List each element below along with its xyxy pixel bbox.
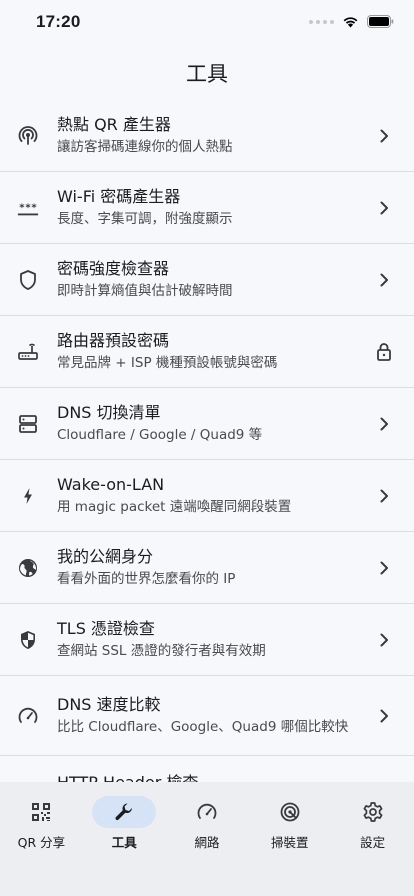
svg-text:***: *** [19, 202, 37, 213]
tool-title: 熱點 QR 產生器 [57, 115, 171, 134]
tool-row-public-ip[interactable]: 我的公網身分 看看外面的世界怎麼看你的 IP [0, 532, 414, 604]
tool-title: 我的公網身分 [57, 547, 154, 566]
status-time: 17:20 [36, 12, 81, 31]
tool-subtitle: 讓訪客掃碼連線你的個人熱點 [57, 139, 233, 155]
dns-icon [17, 413, 39, 435]
tool-subtitle: 常見品牌 + ISP 機種預設帳號與密碼 [57, 355, 278, 371]
wrench-icon [92, 796, 157, 828]
speedometer-icon [17, 705, 39, 727]
tab-network[interactable]: 網路 [166, 796, 249, 896]
tools-list[interactable]: 熱點 QR 產生器 讓訪客掃碼連線你的個人熱點 *** Wi-Fi 密碼產生器 … [0, 100, 414, 782]
tool-title: DNS 速度比較 [57, 695, 161, 714]
tab-label: 工具 [111, 835, 137, 850]
tool-subtitle: 用 magic packet 遠端喚醒同網段裝置 [57, 499, 292, 515]
chevron-right-icon [374, 561, 394, 575]
speedometer-icon [175, 796, 239, 828]
globe-icon [17, 557, 39, 579]
tool-title: TLS 憑證檢查 [57, 619, 155, 638]
tool-title: DNS 切換清單 [57, 403, 161, 422]
header: 工具 [0, 44, 414, 102]
password-icon: *** [17, 197, 39, 219]
shield-icon [17, 269, 39, 291]
tool-row-dns-list[interactable]: DNS 切換清單 Cloudflare / Google / Quad9 等 [0, 388, 414, 460]
tab-label: 設定 [360, 835, 386, 850]
chevron-right-icon [374, 709, 394, 723]
tool-subtitle: Cloudflare / Google / Quad9 等 [57, 427, 263, 443]
tool-row-hotspot-qr[interactable]: 熱點 QR 產生器 讓訪客掃碼連線你的個人熱點 [0, 100, 414, 172]
tool-subtitle: 看看外面的世界怎麼看你的 IP [57, 571, 236, 587]
tool-subtitle: 長度、字集可調，附強度顯示 [57, 211, 233, 227]
wifi-icon [342, 13, 359, 32]
chevron-right-icon [374, 201, 394, 215]
qr-code-icon [9, 796, 73, 828]
tab-tools[interactable]: 工具 [83, 796, 166, 896]
tab-label: 網路 [194, 835, 220, 850]
hotspot-icon [17, 125, 39, 147]
status-indicators [309, 13, 394, 32]
tool-title: 路由器預設密碼 [57, 331, 170, 350]
bolt-icon [17, 485, 39, 507]
tab-settings[interactable]: 設定 [331, 796, 414, 896]
cellular-signal-icon [309, 20, 334, 24]
chevron-right-icon [374, 417, 394, 431]
chevron-right-icon [374, 129, 394, 143]
router-icon [17, 341, 39, 363]
tool-row-tls-check[interactable]: TLS 憑證檢查 查網站 SSL 憑證的發行者與有效期 [0, 604, 414, 676]
tool-title: Wake-on-LAN [57, 475, 165, 494]
status-bar: 17:20 [0, 0, 414, 44]
tool-row-password-strength[interactable]: 密碼強度檢查器 即時計算熵值與估計破解時間 [0, 244, 414, 316]
bottom-tab-bar: QR 分享 工具 網路 掃裝置 設定 [0, 782, 414, 896]
tab-qr-share[interactable]: QR 分享 [0, 796, 83, 896]
tool-title: HTTP Header 檢查 [57, 772, 384, 782]
tool-row-dns-speed[interactable]: DNS 速度比較 比比 Cloudflare、Google、Quad9 哪個比較… [0, 676, 414, 756]
tab-label: 掃裝置 [271, 835, 309, 850]
tool-row-http-header[interactable]: HTTP Header 檢查 [0, 756, 414, 782]
tool-subtitle: 查網站 SSL 憑證的發行者與有效期 [57, 643, 266, 659]
chevron-right-icon [374, 633, 394, 647]
chevron-right-icon [374, 489, 394, 503]
tool-title: 密碼強度檢查器 [57, 259, 170, 278]
tab-scan-devices[interactable]: 掃裝置 [248, 796, 331, 896]
tool-subtitle: 比比 Cloudflare、Google、Quad9 哪個比較快 [57, 719, 349, 735]
tool-row-router-passwords[interactable]: 路由器預設密碼 常見品牌 + ISP 機種預設帳號與密碼 [0, 316, 414, 388]
security-shield-icon [17, 629, 39, 651]
radar-icon [258, 796, 322, 828]
gear-icon [341, 796, 405, 828]
tab-label: QR 分享 [17, 835, 66, 850]
tool-row-wifi-password[interactable]: *** Wi-Fi 密碼產生器 長度、字集可調，附強度顯示 [0, 172, 414, 244]
battery-icon [367, 13, 394, 32]
http-icon [17, 772, 39, 782]
tool-subtitle: 即時計算熵值與估計破解時間 [57, 283, 233, 299]
tool-title: Wi-Fi 密碼產生器 [57, 187, 181, 206]
chevron-right-icon [374, 273, 394, 287]
tool-row-wake-on-lan[interactable]: Wake-on-LAN 用 magic packet 遠端喚醒同網段裝置 [0, 460, 414, 532]
lock-icon [374, 342, 394, 362]
page-title: 工具 [186, 62, 228, 86]
